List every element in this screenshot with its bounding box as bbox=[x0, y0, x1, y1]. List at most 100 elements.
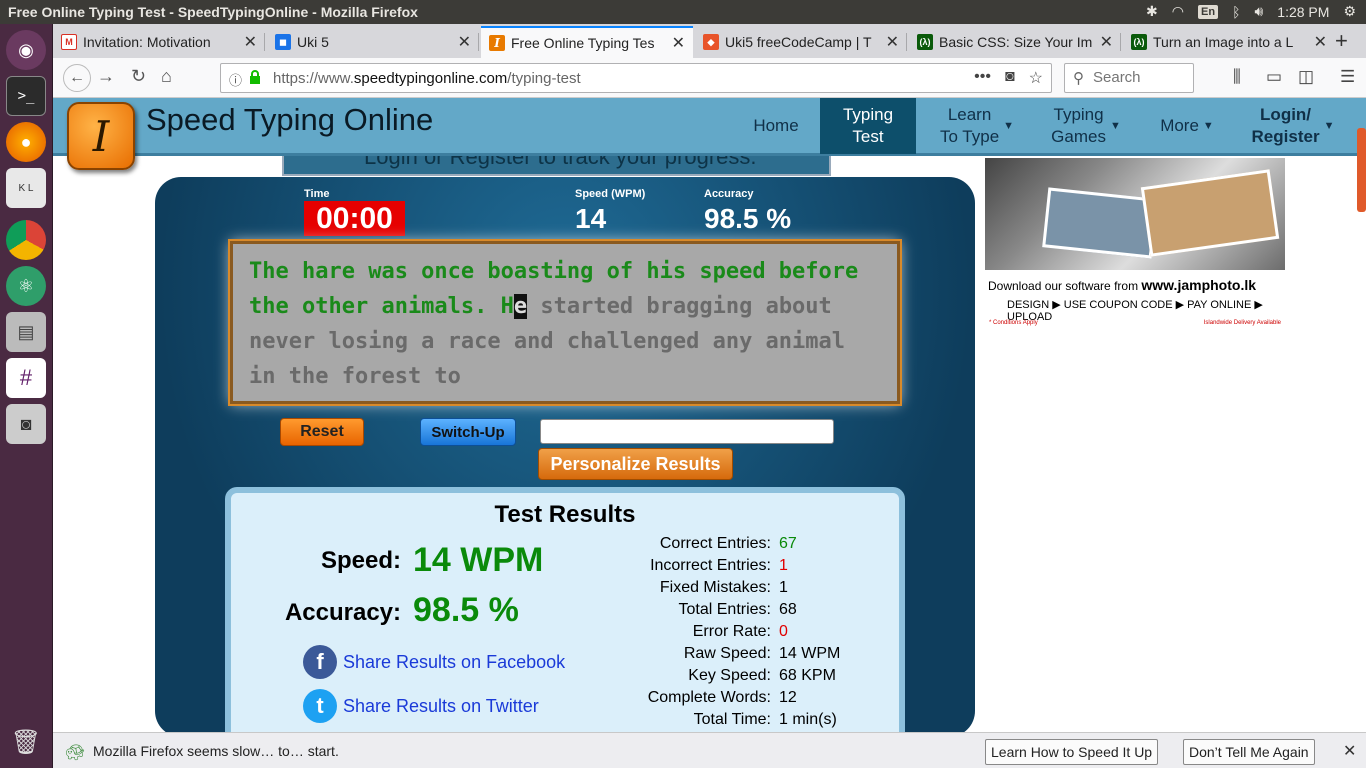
home-button[interactable]: ⌂ bbox=[161, 66, 172, 87]
slack-icon[interactable]: # bbox=[6, 358, 46, 398]
stat-incorrect-entries: Incorrect Entries: 1 bbox=[650, 557, 788, 574]
close-icon[interactable]: ✕ bbox=[1343, 741, 1356, 761]
chrome-icon[interactable] bbox=[6, 220, 46, 260]
browser-toolbar: ← → ↻ ⌂ ⓘ https://www.speedtypingonline.… bbox=[53, 58, 1366, 98]
ad-delivery: Islandwide Delivery Available bbox=[1203, 320, 1281, 326]
url-text: https://www.speedtypingonline.com/typing… bbox=[273, 70, 581, 87]
close-icon[interactable]: ✕ bbox=[886, 32, 899, 52]
network-settings-icon[interactable]: ✱ bbox=[1146, 3, 1158, 20]
os-top-bar: Free Online Typing Test - SpeedTypingOnl… bbox=[0, 0, 1366, 24]
results-speed-value: 14 WPM bbox=[413, 541, 544, 579]
typing-test-area: Time 00:00 Speed (WPM) 14 Accuracy 98.5 … bbox=[155, 177, 975, 732]
trash-icon[interactable]: 🗑︎ bbox=[6, 722, 46, 762]
search-bar[interactable]: ⚲ bbox=[1064, 63, 1194, 93]
tab-uki5-freecodecamp[interactable]: ◆ Uki5 freeCodeCamp | T ✕ bbox=[695, 26, 907, 58]
typing-input[interactable] bbox=[540, 419, 834, 444]
fcc-icon: (λ) bbox=[917, 34, 933, 50]
advertisement[interactable]: Download our software from www.jamphoto.… bbox=[985, 158, 1285, 333]
power-gear-icon[interactable]: ⚙ bbox=[1343, 3, 1356, 20]
keyboard-language-indicator[interactable]: En bbox=[1198, 4, 1219, 19]
time-label: Time bbox=[304, 188, 330, 200]
pocket-icon[interactable]: ◙ bbox=[1005, 68, 1015, 88]
tab-strip: M Invitation: Motivation ✕ ◼ Uki 5 ✕ I F… bbox=[53, 24, 1366, 58]
notification-text: Mozilla Firefox seems slow… to… start. bbox=[93, 743, 339, 759]
menu-icon[interactable]: ☰ bbox=[1340, 67, 1355, 87]
results-accuracy-label: Accuracy: bbox=[284, 599, 401, 626]
personalize-results-button[interactable]: Personalize Results bbox=[538, 448, 733, 480]
terminal-icon[interactable]: >_ bbox=[6, 76, 46, 116]
tab-invitation[interactable]: M Invitation: Motivation ✕ bbox=[53, 26, 265, 58]
atom-icon[interactable]: ⚛ bbox=[6, 266, 46, 306]
files-icon[interactable]: ▤ bbox=[6, 312, 46, 352]
tab-uki5[interactable]: ◼ Uki 5 ✕ bbox=[267, 26, 479, 58]
switch-up-button[interactable]: Switch-Up bbox=[420, 418, 516, 446]
tab-basic-css[interactable]: (λ) Basic CSS: Size Your Im ✕ bbox=[909, 26, 1121, 58]
back-button[interactable]: ← bbox=[63, 64, 91, 92]
stat-total-entries: Total Entries: 68 bbox=[678, 601, 797, 618]
bluetooth-icon[interactable]: ᛒ bbox=[1232, 4, 1240, 20]
close-icon[interactable]: ✕ bbox=[672, 33, 685, 53]
stat-fixed-mistakes: Fixed Mistakes: 1 bbox=[659, 579, 788, 596]
dont-tell-me-again-button[interactable]: Don’t Tell Me Again bbox=[1183, 739, 1315, 765]
close-icon[interactable]: ✕ bbox=[1100, 32, 1113, 52]
share-facebook-link[interactable]: f Share Results on Facebook bbox=[303, 645, 565, 679]
site-header: I Speed Typing Online Home Typing Test Le… bbox=[53, 98, 1366, 170]
stat-correct-entries: Correct Entries: 67 bbox=[659, 535, 797, 552]
sidebar-icon[interactable]: ◫ bbox=[1298, 67, 1314, 87]
nav-more[interactable]: More ▼ bbox=[1147, 98, 1227, 154]
ubuntu-dash-icon[interactable]: ◉ bbox=[6, 30, 46, 70]
nav-login-register[interactable]: Login/Register ▼ bbox=[1243, 98, 1343, 154]
stat-complete-words: Complete Words: 12 bbox=[647, 689, 797, 706]
typing-cursor: e bbox=[513, 294, 528, 319]
chevron-down-icon: ▼ bbox=[1323, 120, 1335, 132]
bookmark-star-icon[interactable]: ☆ bbox=[1029, 68, 1043, 88]
search-input[interactable] bbox=[1093, 69, 1189, 86]
page-actions-icon[interactable]: ••• bbox=[974, 68, 991, 88]
gmail-icon: M bbox=[61, 34, 77, 50]
page-scrollbar-thumb[interactable] bbox=[1357, 128, 1366, 212]
new-tab-button[interactable]: + bbox=[1335, 28, 1348, 54]
chevron-down-icon: ▼ bbox=[1003, 120, 1015, 132]
info-icon[interactable]: ⓘ bbox=[229, 70, 242, 89]
timer-value: 00:00 bbox=[304, 201, 405, 236]
forward-button[interactable]: → bbox=[97, 66, 115, 87]
results-title: Test Results bbox=[494, 501, 636, 528]
fcc-icon: (λ) bbox=[1131, 34, 1147, 50]
nav-typing-test[interactable]: Typing Test bbox=[820, 98, 916, 154]
nav-learn-to-type[interactable]: Learn To Type ▼ bbox=[927, 98, 1027, 154]
firefox-icon[interactable]: ● bbox=[6, 122, 46, 162]
speed-value: 14 bbox=[575, 203, 607, 234]
clock[interactable]: 1:28 PM bbox=[1277, 4, 1329, 20]
close-icon[interactable]: ✕ bbox=[1314, 32, 1327, 52]
nav-typing-games[interactable]: Typing Games ▼ bbox=[1041, 98, 1131, 154]
wifi-icon[interactable]: ◠ bbox=[1172, 3, 1184, 20]
url-bar[interactable]: ⓘ https://www.speedtypingonline.com/typi… bbox=[220, 63, 1052, 93]
results-accuracy-value: 98.5 % bbox=[413, 591, 519, 629]
nav-home[interactable]: Home bbox=[741, 98, 811, 154]
tab-typing-test[interactable]: I Free Online Typing Tes ✕ bbox=[481, 26, 693, 58]
typing-text-box[interactable]: The hare was once boasting of his speed … bbox=[228, 239, 902, 406]
twitter-icon: t bbox=[303, 689, 337, 723]
stat-error-rate: Error Rate: 0 bbox=[692, 623, 788, 640]
screenshot-icon[interactable]: ▭ bbox=[1266, 67, 1282, 87]
share-twitter-link[interactable]: t Share Results on Twitter bbox=[303, 689, 539, 723]
library-icon[interactable]: ⫼ bbox=[1233, 67, 1241, 87]
reset-button[interactable]: Reset bbox=[280, 418, 364, 446]
reload-button[interactable]: ↻ bbox=[131, 66, 146, 87]
close-icon[interactable]: ✕ bbox=[244, 32, 257, 52]
web-page: Login or Register to track your progress… bbox=[53, 98, 1366, 732]
tab-turn-image[interactable]: (λ) Turn an Image into a L ✕ bbox=[1123, 26, 1335, 58]
site-name[interactable]: Speed Typing Online bbox=[146, 102, 433, 138]
ad-image bbox=[985, 158, 1285, 270]
site-logo[interactable]: I bbox=[67, 102, 135, 170]
keyboard-app-icon[interactable]: K L bbox=[6, 168, 46, 208]
chevron-down-icon: ▼ bbox=[1202, 120, 1214, 132]
close-icon[interactable]: ✕ bbox=[458, 32, 471, 52]
window-title: Free Online Typing Test - SpeedTypingOnl… bbox=[8, 4, 418, 20]
learn-speed-up-button[interactable]: Learn How to Speed It Up bbox=[985, 739, 1159, 765]
volume-icon[interactable]: 🔊︎ bbox=[1254, 3, 1263, 20]
stat-total-time: Total Time: 1 min(s) bbox=[693, 711, 837, 728]
notification-bar: 🐢︎ Mozilla Firefox seems slow… to… start… bbox=[53, 732, 1366, 768]
chevron-down-icon: ▼ bbox=[1109, 120, 1121, 132]
camera-icon[interactable]: ◙ bbox=[6, 404, 46, 444]
